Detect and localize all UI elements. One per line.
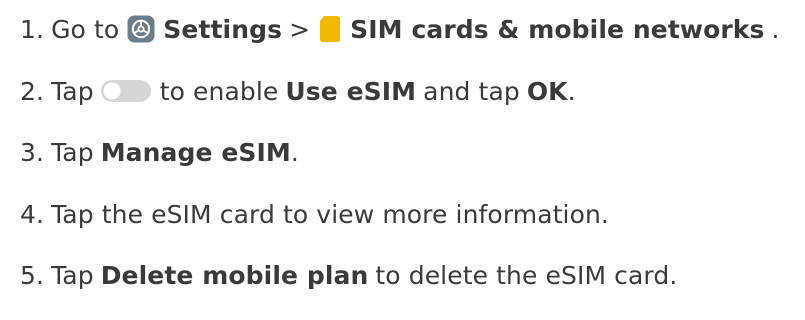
use-esim-label: Use eSIM (285, 76, 417, 106)
step-number: 3. (20, 137, 45, 167)
step-text: to delete the eSIM card. (375, 260, 678, 290)
step-number: 4. (20, 199, 45, 229)
step-1: 1. Go to Settings > SIM cards & mobile n… (20, 11, 780, 47)
step-text: Tap (51, 260, 94, 290)
step-end: . (567, 76, 576, 106)
step-text: Tap (51, 76, 94, 106)
settings-label: Settings (163, 14, 283, 44)
step-text: Go to (51, 14, 120, 44)
step-text: Tap (51, 137, 94, 167)
step-number: 1. (20, 14, 45, 44)
settings-gear-icon (127, 15, 155, 43)
manage-esim-label: Manage eSIM (100, 137, 291, 167)
step-end: . (771, 14, 780, 44)
step-text: and tap (423, 76, 520, 106)
step-text: to enable (159, 76, 279, 106)
step-end: . (290, 137, 299, 167)
ok-label: OK (526, 76, 568, 106)
step-2: 2. Tap to enable Use eSIM and tap OK. (20, 73, 576, 109)
step-number: 5. (20, 260, 45, 290)
step-number: 2. (20, 76, 45, 106)
breadcrumb-separator: > (289, 14, 311, 44)
step-text: Tap the eSIM card to view more informati… (51, 199, 609, 229)
step-3: 3. Tap Manage eSIM. (20, 134, 299, 170)
sim-card-icon (319, 15, 341, 43)
delete-mobile-plan-label: Delete mobile plan (100, 260, 369, 290)
step-5: 5. Tap Delete mobile plan to delete the … (20, 257, 677, 293)
toggle-switch-icon (100, 78, 152, 104)
sim-cards-label: SIM cards & mobile networks (350, 14, 765, 44)
step-4: 4. Tap the eSIM card to view more inform… (20, 196, 609, 232)
